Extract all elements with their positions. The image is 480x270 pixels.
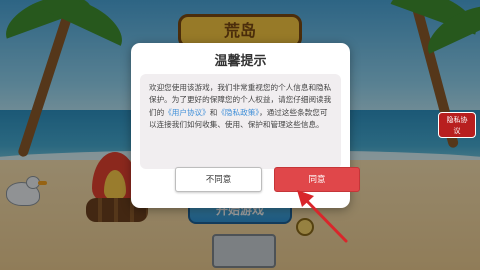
dialog-body: 欢迎您使用该游戏，我们非常重视您的个人信息和隐私保护。为了更好的保障您的个人权益… [140,74,341,169]
privacy-agreement-badge[interactable]: 隐私协议 [438,112,476,138]
dialog-title: 温馨提示 [214,54,267,69]
agree-button[interactable]: 同意 [274,167,360,192]
decline-button[interactable]: 不同意 [175,167,262,192]
privacy-policy-link[interactable]: 《隐私政策》 [217,108,259,117]
user-agreement-link[interactable]: 《用户协议》 [164,108,210,117]
privacy-badge-label: 隐私协议 [446,116,468,135]
